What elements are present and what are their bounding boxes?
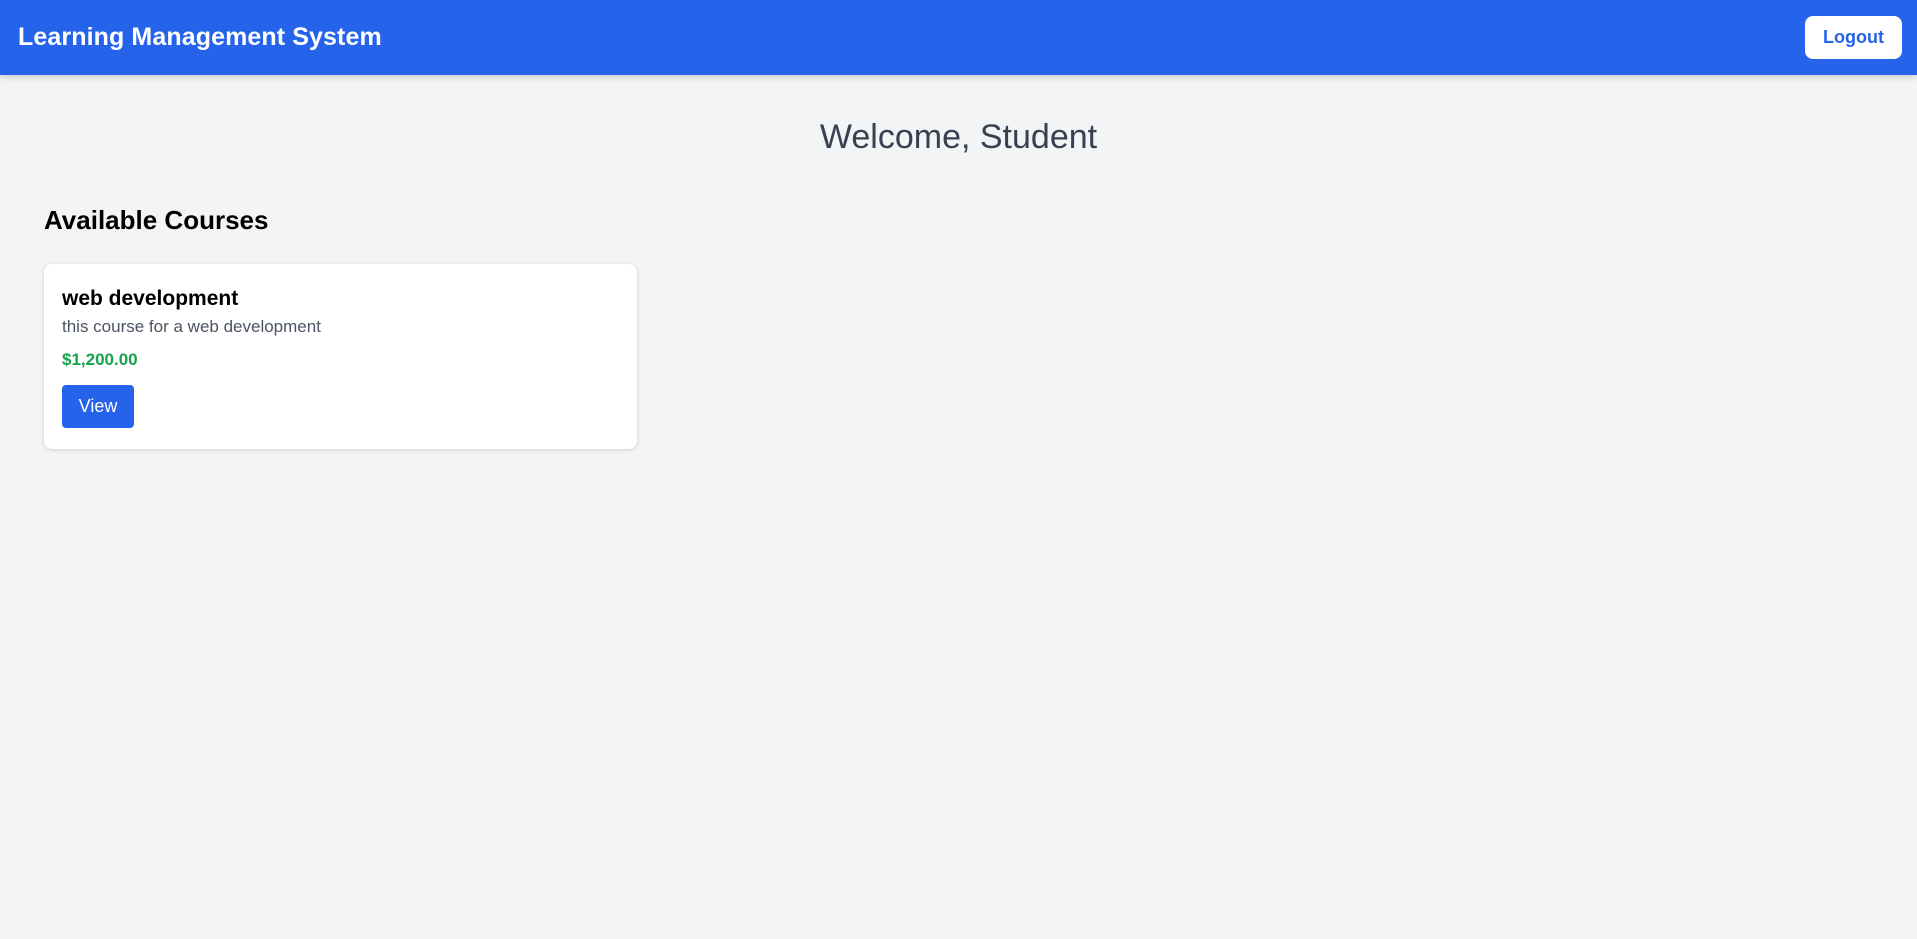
top-navbar: Learning Management System Logout — [0, 0, 1917, 75]
course-card: web development this course for a web de… — [44, 264, 637, 449]
logout-button[interactable]: Logout — [1805, 16, 1902, 59]
app-title: Learning Management System — [18, 23, 382, 51]
available-courses-heading: Available Courses — [44, 205, 269, 235]
course-price: $1,200.00 — [62, 350, 138, 370]
welcome-heading: Welcome, Student — [819, 118, 1098, 156]
view-course-button[interactable]: View — [62, 385, 134, 429]
course-title: web development — [62, 287, 239, 310]
course-description: this course for a web development — [62, 317, 321, 337]
